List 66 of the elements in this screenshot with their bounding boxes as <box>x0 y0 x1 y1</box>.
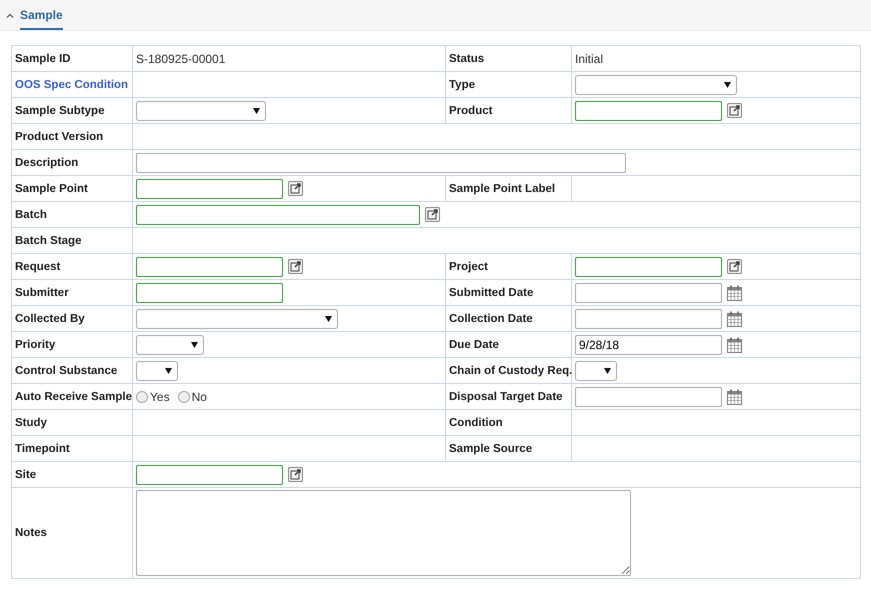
field-label: Collection Date <box>449 312 533 324</box>
chevron-icon <box>6 13 14 18</box>
field-label: Description <box>15 156 78 168</box>
field-label: Batch Stage <box>15 234 82 246</box>
field-label: Control Substance <box>15 364 118 376</box>
external-link-icon[interactable] <box>288 259 303 274</box>
radio-option[interactable]: No <box>178 390 207 404</box>
lookup-field[interactable] <box>136 204 420 224</box>
field-label: Site <box>15 468 36 480</box>
field-label: Due Date <box>449 338 499 350</box>
external-link-icon[interactable] <box>727 259 742 274</box>
external-link-icon[interactable] <box>727 103 742 118</box>
field-label: Priority <box>15 338 56 350</box>
field-label: Condition <box>449 416 503 428</box>
external-link-icon[interactable] <box>288 467 303 482</box>
notes-field[interactable] <box>136 490 631 576</box>
lookup-field[interactable] <box>575 256 722 276</box>
field-label: Product <box>449 104 492 116</box>
caret-icon <box>191 342 198 348</box>
field-label: Product Version <box>15 130 104 142</box>
field-label: Sample Source <box>449 442 532 454</box>
lookup-field[interactable] <box>136 178 283 198</box>
calendar-icon[interactable] <box>727 336 742 352</box>
radio-option[interactable]: Yes <box>136 390 170 404</box>
field-label: Auto Receive Sample <box>15 390 132 402</box>
lookup-field[interactable] <box>136 464 283 484</box>
calendar-icon[interactable] <box>727 284 742 300</box>
caret-icon <box>604 368 611 374</box>
external-link-icon[interactable] <box>425 207 440 222</box>
field-label: Disposal Target Date <box>449 390 563 402</box>
field-label: Sample Point <box>15 182 88 194</box>
field-label: Sample Subtype <box>15 104 104 116</box>
lookup-field[interactable] <box>575 100 722 120</box>
caret-icon <box>165 368 172 374</box>
calendar-icon[interactable] <box>727 310 742 326</box>
field-label: Study <box>15 416 47 428</box>
date-field[interactable]: 9/28/18 <box>575 334 722 354</box>
section-tab[interactable]: Sample <box>4 4 65 30</box>
calendar-icon[interactable] <box>727 388 742 404</box>
field-label: Request <box>15 260 60 272</box>
field-label: Type <box>449 78 475 90</box>
field-label: Status <box>449 52 484 64</box>
field-label: Notes <box>15 527 47 539</box>
field-value: S-180925-00001 <box>136 52 226 66</box>
dropdown[interactable] <box>575 360 617 380</box>
field-label: Sample ID <box>15 52 71 64</box>
caret-icon <box>325 316 332 322</box>
external-link-icon[interactable] <box>288 181 303 196</box>
field-label: Submitted Date <box>449 286 534 298</box>
caret-icon <box>724 82 731 88</box>
field-label: Sample Point Label <box>449 182 556 194</box>
field-label: Project <box>449 260 488 272</box>
text-field[interactable] <box>136 282 283 302</box>
field-label: Timepoint <box>15 442 70 454</box>
date-field[interactable] <box>575 386 722 406</box>
field-label: Submitter <box>15 286 69 298</box>
field-label: Collected By <box>15 312 85 324</box>
text-field[interactable] <box>136 152 626 172</box>
field-label: Chain of Custody Req. <box>449 364 572 376</box>
field-label: Batch <box>15 208 47 220</box>
field-value: Initial <box>575 52 604 66</box>
lookup-field[interactable] <box>136 256 283 276</box>
date-field[interactable] <box>575 282 722 302</box>
date-field[interactable] <box>575 308 722 328</box>
dropdown[interactable] <box>136 360 178 380</box>
caret-icon <box>253 108 260 114</box>
